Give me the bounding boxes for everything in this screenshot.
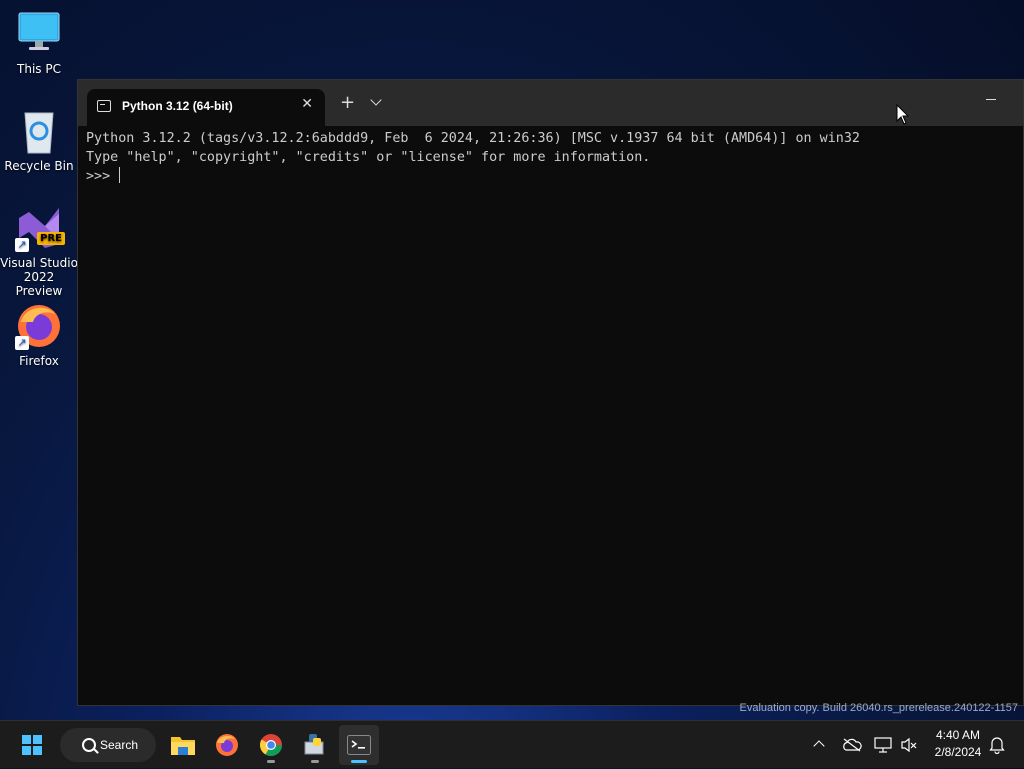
search-label: Search xyxy=(100,738,139,752)
console-icon xyxy=(97,100,111,112)
network-icon xyxy=(874,737,892,753)
pre-badge: PRE xyxy=(37,232,65,245)
monitor-icon xyxy=(15,10,63,58)
taskbar-terminal[interactable] xyxy=(339,725,379,765)
taskbar-chrome[interactable] xyxy=(251,725,291,765)
tab-title: Python 3.12 (64-bit) xyxy=(122,99,233,113)
running-indicator xyxy=(267,760,275,763)
desktop-icon-label: Visual Studio 2022 Preview xyxy=(0,256,78,298)
clock-time: 4:40 AM xyxy=(935,728,981,742)
new-tab-button[interactable]: + xyxy=(340,94,355,112)
shortcut-arrow-icon: ↗ xyxy=(15,336,29,350)
desktop-icon-label: Recycle Bin xyxy=(4,159,74,173)
taskbar-file-explorer[interactable] xyxy=(163,725,203,765)
firefox-icon: ↗ xyxy=(15,302,63,350)
active-indicator xyxy=(351,760,367,763)
prompt-line: >>> xyxy=(86,167,1015,187)
desktop-icon-visual-studio[interactable]: PRE ↗ Visual Studio 2022 Preview xyxy=(0,204,78,298)
notification-icon xyxy=(989,737,1005,754)
console-line: Python 3.12.2 (tags/v3.12.2:6abddd9, Feb… xyxy=(86,131,860,146)
desktop-icon-recycle-bin[interactable]: Recycle Bin xyxy=(0,107,78,173)
search-icon xyxy=(82,738,96,752)
close-tab-icon[interactable]: ✕ xyxy=(301,96,313,112)
text-cursor xyxy=(119,167,121,184)
tray-volume[interactable] xyxy=(898,721,920,769)
desktop-icon-label: Firefox xyxy=(19,354,59,368)
console-line: Type "help", "copyright", "credits" or "… xyxy=(86,149,651,165)
taskbar-python-installer[interactable] xyxy=(295,725,335,765)
prompt: >>> xyxy=(86,169,119,185)
chevron-up-icon xyxy=(813,740,825,752)
tray-onedrive[interactable] xyxy=(840,721,864,769)
tray-network[interactable] xyxy=(872,721,894,769)
running-indicator xyxy=(311,760,319,763)
onedrive-icon xyxy=(843,738,862,752)
taskbar: Search 4:40 AM 2/8/2024 xyxy=(0,720,1024,768)
clock-date: 2/8/2024 xyxy=(934,745,982,759)
recycle-bin-icon xyxy=(15,107,63,155)
mouse-pointer-icon xyxy=(896,103,910,130)
visual-studio-icon: PRE ↗ xyxy=(15,204,65,252)
chrome-icon xyxy=(260,734,282,756)
start-button[interactable] xyxy=(12,725,52,765)
tab-python[interactable]: Python 3.12 (64-bit) ✕ xyxy=(87,89,325,126)
taskbar-firefox[interactable] xyxy=(207,725,247,765)
start-icon xyxy=(22,735,42,755)
evaluation-watermark: Evaluation copy. Build 26040.rs_prerelea… xyxy=(739,702,1018,714)
title-bar[interactable]: Python 3.12 (64-bit) ✕ + xyxy=(78,80,1023,126)
shortcut-arrow-icon: ↗ xyxy=(15,238,29,252)
desktop-icon-firefox[interactable]: ↗ Firefox xyxy=(0,302,78,368)
firefox-icon xyxy=(216,734,238,756)
desktop-icon-label: This PC xyxy=(17,62,61,76)
volume-muted-icon xyxy=(901,737,917,753)
terminal-window[interactable]: Python 3.12 (64-bit) ✕ + Python 3.12.2 (… xyxy=(77,79,1024,706)
python-installer-icon xyxy=(304,734,324,755)
file-explorer-icon xyxy=(171,737,195,755)
clock[interactable]: 4:40 AM 2/8/2024 xyxy=(928,727,988,761)
console-output[interactable]: Python 3.12.2 (tags/v3.12.2:6abddd9, Feb… xyxy=(86,130,1015,697)
tray-chevron[interactable] xyxy=(810,721,830,769)
tray-notifications[interactable] xyxy=(986,721,1008,769)
search-button[interactable]: Search xyxy=(60,728,156,762)
minimize-button[interactable] xyxy=(986,99,996,100)
terminal-icon xyxy=(347,735,371,755)
desktop-icon-this-pc[interactable]: This PC xyxy=(0,10,78,76)
chevron-down-icon[interactable] xyxy=(370,94,382,106)
